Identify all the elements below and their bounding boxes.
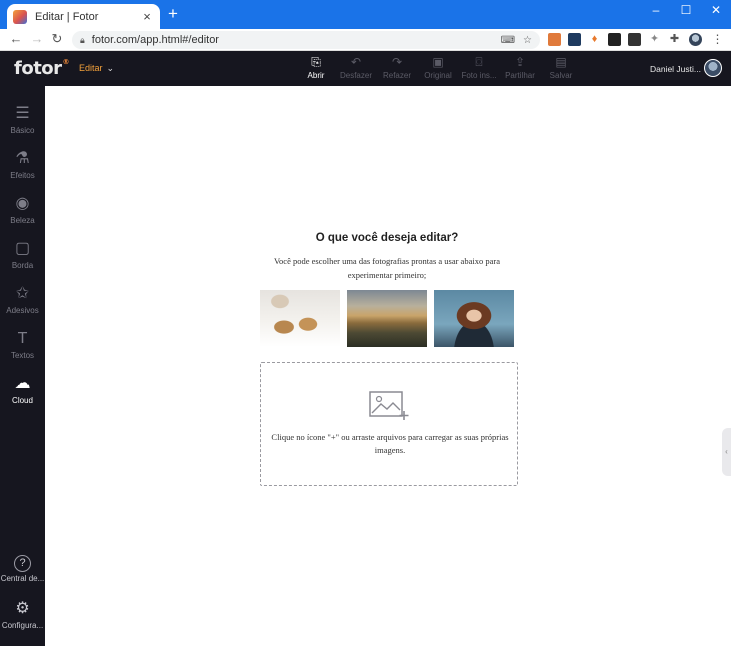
mode-dropdown[interactable]: Editar ⌄	[79, 63, 114, 74]
user-name[interactable]: Daniel Justi...	[650, 64, 701, 74]
text-icon: T	[17, 330, 28, 347]
tool-label: Desfazer	[339, 71, 372, 80]
sample-photo-cookies[interactable]	[260, 290, 340, 347]
tab-title: Editar | Fotor	[35, 10, 99, 23]
extension-icon[interactable]	[628, 33, 641, 46]
original-button[interactable]: ▣ Original	[418, 55, 458, 80]
redo-icon: ↷	[391, 55, 403, 69]
url-text[interactable]: fotor.com/app.html#/editor	[92, 34, 493, 46]
sample-photo-hills[interactable]	[347, 290, 427, 347]
open-button[interactable]: ⎘ Abrir	[296, 55, 336, 80]
collapse-panel-handle[interactable]: ‹	[722, 428, 731, 476]
sticker-icon: ✩	[15, 285, 30, 302]
undo-button[interactable]: ↶ Desfazer	[336, 55, 376, 80]
kebab-menu-icon[interactable]: ⋮	[711, 33, 724, 46]
extension-icon[interactable]	[568, 33, 581, 46]
upload-dropzone[interactable]: Clique no ícone "+" ou arraste arquivos …	[260, 362, 518, 486]
avatar[interactable]	[704, 59, 722, 77]
fotor-favicon-icon	[13, 9, 27, 24]
tool-label: Salvar	[549, 71, 573, 80]
sidebar-item-textos[interactable]: T Textos	[0, 329, 45, 360]
original-icon: ▣	[432, 55, 444, 69]
tool-label: Foto ins...	[461, 71, 497, 80]
maximize-button[interactable]: ☐	[671, 0, 701, 20]
cloud-upload-icon: ☁	[14, 375, 31, 392]
sidebar-item-settings[interactable]: ⚙ Configura...	[0, 599, 45, 630]
tool-label: Abrir	[307, 71, 325, 80]
save-button[interactable]: ▤ Salvar	[541, 55, 581, 80]
sidebar-item-borda[interactable]: ▢ Borda	[0, 239, 45, 270]
translate-icon[interactable]: ⌨︎	[501, 35, 515, 46]
sidebar-item-help[interactable]: ? Central de...	[0, 555, 45, 583]
save-icon: ▤	[555, 55, 567, 69]
tool-label: Refazer	[382, 71, 411, 80]
address-bar[interactable]: 🔒︎ fotor.com/app.html#/editor ⌨︎ ☆	[72, 31, 540, 49]
reload-icon[interactable]: ↻	[49, 31, 65, 47]
flask-icon: ⚗	[15, 150, 30, 167]
app-header: fotor® Editar ⌄ ⎘ Abrir ↶ Desfazer ↷ Refa…	[0, 51, 731, 86]
sliders-icon: ☰	[15, 105, 30, 122]
tool-label: Partilhar	[505, 71, 535, 80]
sidebar-item-label: Efeitos	[10, 171, 35, 180]
new-tab-button[interactable]: +	[165, 5, 181, 22]
help-icon: ?	[14, 555, 31, 572]
profile-avatar-icon[interactable]	[689, 33, 702, 46]
sidebar: ☰ Básico ⚗ Efeitos ◉ Beleza ▢ Borda ✩ Ad…	[0, 86, 45, 646]
sidebar-item-label: Adesivos	[6, 306, 39, 315]
sidebar-item-label: Configura...	[1, 621, 44, 630]
browser-titlebar: Editar | Fotor × + – ☐ ✕	[0, 0, 731, 29]
undo-icon: ↶	[350, 55, 362, 69]
minimize-button[interactable]: –	[641, 0, 671, 20]
mode-label: Editar	[79, 63, 103, 73]
chevron-down-icon: ⌄	[106, 63, 115, 73]
dropzone-instructions: Clique no ícone "+" ou arraste arquivos …	[271, 432, 509, 455]
sidebar-item-label: Textos	[10, 351, 35, 360]
photo-inspect-button[interactable]: ⌼ Foto ins...	[459, 55, 499, 80]
sidebar-item-label: Básico	[10, 126, 35, 135]
sidebar-item-label: Central de...	[0, 574, 45, 583]
fotor-logo[interactable]: fotor®	[14, 58, 70, 79]
lock-icon[interactable]: 🔒︎	[80, 35, 85, 46]
extension-icon[interactable]	[608, 33, 621, 46]
extension-icon[interactable]: ♦	[588, 33, 601, 46]
close-window-button[interactable]: ✕	[701, 0, 731, 20]
frame-icon: ▢	[14, 240, 31, 257]
bookmark-star-icon[interactable]: ☆	[523, 35, 532, 46]
share-icon: ⇪	[514, 55, 526, 69]
eye-icon: ◉	[15, 195, 30, 212]
settings-icon: ⚙	[15, 600, 30, 617]
editor-subtext: Você pode escolher uma das fotografias p…	[274, 256, 500, 280]
sidebar-item-label: Cloud	[12, 396, 33, 405]
forward-icon[interactable]: →	[29, 31, 45, 47]
photo-inspect-icon: ⌼	[475, 55, 483, 69]
sidebar-item-label: Borda	[11, 261, 34, 270]
redo-button[interactable]: ↷ Refazer	[377, 55, 417, 80]
browser-tab[interactable]: Editar | Fotor ×	[7, 4, 160, 29]
editor-canvas: O que você deseja editar? Você pode esco…	[45, 86, 731, 646]
sidebar-item-label: Beleza	[10, 216, 35, 225]
sidebar-item-cloud[interactable]: ☁ Cloud	[0, 374, 45, 405]
share-button[interactable]: ⇪ Partilhar	[500, 55, 540, 80]
open-image-icon: ⎘	[311, 55, 321, 69]
sidebar-item-efeitos[interactable]: ⚗ Efeitos	[0, 149, 45, 180]
page-title: O que você deseja editar?	[315, 232, 459, 244]
add-image-icon[interactable]	[369, 391, 409, 421]
tool-label: Original	[424, 71, 452, 80]
puzzle-icon[interactable]: ✚	[668, 33, 681, 46]
sidebar-item-basico[interactable]: ☰ Básico	[0, 104, 45, 135]
browser-toolbar: ← → ↻ 🔒︎ fotor.com/app.html#/editor ⌨︎ ☆…	[0, 29, 731, 51]
extension-icon[interactable]	[548, 33, 561, 46]
sidebar-item-adesivos[interactable]: ✩ Adesivos	[0, 284, 45, 315]
tab-close-icon[interactable]: ×	[140, 9, 154, 24]
sidebar-item-beleza[interactable]: ◉ Beleza	[0, 194, 45, 225]
extension-icon[interactable]: ✦	[648, 33, 661, 46]
sample-photo-portrait[interactable]	[434, 290, 514, 347]
back-icon[interactable]: ←	[8, 31, 24, 47]
